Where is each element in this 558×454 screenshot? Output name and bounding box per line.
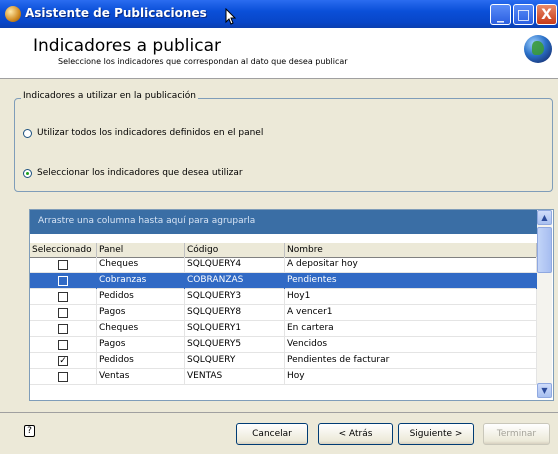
next-button[interactable]: Siguiente > — [398, 423, 474, 445]
cell-panel: Cobranzas — [97, 273, 185, 289]
cancel-button[interactable]: Cancelar — [236, 423, 308, 445]
group-by-hint: Arrastre una columna hasta aquí para agr… — [38, 216, 256, 226]
cell-nombre: En cartera — [285, 321, 537, 337]
group-legend: Indicadores a utilizar en la publicación — [21, 91, 198, 101]
radio-button-icon — [23, 128, 32, 138]
column-header-panel[interactable]: Panel — [97, 243, 185, 257]
help-icon[interactable]: ? — [24, 425, 35, 437]
scroll-up-icon[interactable]: ▲ — [537, 210, 552, 225]
cell-nombre: Pendientes de facturar — [285, 353, 537, 369]
app-icon — [5, 6, 21, 22]
vertical-scrollbar[interactable]: ▲ ▼ — [537, 210, 552, 398]
cell-panel: Ventas — [97, 369, 185, 385]
wizard-header: Indicadores a publicar Seleccione los in… — [0, 28, 558, 79]
cell-seleccionado — [30, 321, 97, 337]
column-header-seleccionado[interactable]: Seleccionado — [30, 243, 97, 257]
page-subtitle: Seleccione los indicadores que correspon… — [58, 57, 348, 66]
group-by-area[interactable]: Arrastre una columna hasta aquí para agr… — [30, 210, 537, 234]
cell-seleccionado — [30, 305, 97, 321]
window-title: Asistente de Publicaciones — [25, 6, 207, 20]
title-bar[interactable]: Asistente de Publicaciones _ □ X — [0, 0, 558, 28]
cell-seleccionado — [30, 337, 97, 353]
cell-codigo: COBRANZAS — [185, 273, 285, 289]
radio-button-selected-icon — [23, 168, 32, 178]
column-header-nombre[interactable]: Nombre — [285, 243, 537, 257]
footer-divider — [0, 412, 558, 413]
radio-select-indicators[interactable]: Seleccionar los indicadores que desea ut… — [23, 168, 243, 178]
minimize-button[interactable]: _ — [490, 4, 511, 25]
maximize-icon: □ — [516, 6, 531, 23]
cell-codigo: VENTAS — [185, 369, 285, 385]
cell-nombre: Pendientes — [285, 273, 537, 289]
cell-nombre: Hoy1 — [285, 289, 537, 305]
cell-panel: Cheques — [97, 257, 185, 273]
cell-seleccionado — [30, 369, 97, 385]
cell-seleccionado — [30, 273, 97, 289]
cell-codigo: SQLQUERY4 — [185, 257, 285, 273]
cell-nombre: Hoy — [285, 369, 537, 385]
radio-select-indicators-label: Seleccionar los indicadores que desea ut… — [37, 168, 243, 178]
table-row[interactable]: ✓ Pedidos SQLQUERY Pendientes de facturar — [30, 353, 537, 369]
cell-panel: Cheques — [97, 321, 185, 337]
table-row[interactable]: Ventas VENTAS Hoy — [30, 369, 537, 385]
table-row[interactable]: Pedidos SQLQUERY3 Hoy1 — [30, 289, 537, 305]
checkbox-icon[interactable] — [58, 260, 68, 270]
wizard-window: Asistente de Publicaciones _ □ X Indicad… — [0, 0, 558, 454]
cell-seleccionado: ✓ — [30, 353, 97, 369]
radio-use-all-label: Utilizar todos los indicadores definidos… — [37, 128, 264, 138]
cell-panel: Pedidos — [97, 289, 185, 305]
scroll-thumb[interactable] — [537, 227, 552, 273]
cell-seleccionado — [30, 257, 97, 273]
indicator-options-group: Indicadores a utilizar en la publicación… — [14, 91, 553, 192]
cell-codigo: SQLQUERY3 — [185, 289, 285, 305]
radio-use-all[interactable]: Utilizar todos los indicadores definidos… — [23, 128, 263, 138]
page-title: Indicadores a publicar — [33, 36, 221, 56]
minimize-icon: _ — [497, 6, 504, 23]
close-button[interactable]: X — [536, 4, 557, 25]
checkbox-icon[interactable] — [58, 372, 68, 382]
table-row[interactable]: Pagos SQLQUERY8 A vencer1 — [30, 305, 537, 321]
cell-codigo: SQLQUERY1 — [185, 321, 285, 337]
cell-codigo: SQLQUERY8 — [185, 305, 285, 321]
cell-seleccionado — [30, 289, 97, 305]
cell-nombre: A depositar hoy — [285, 257, 537, 273]
cell-panel: Pedidos — [97, 353, 185, 369]
globe-icon — [524, 35, 552, 63]
checkbox-icon[interactable] — [58, 308, 68, 318]
cell-nombre: A vencer1 — [285, 305, 537, 321]
indicators-grid: Arrastre una columna hasta aquí para agr… — [29, 209, 554, 401]
mouse-cursor-icon — [225, 8, 237, 25]
cell-panel: Pagos — [97, 337, 185, 353]
column-headers: Seleccionado Panel Código Nombre — [30, 243, 537, 258]
table-row[interactable]: Pagos SQLQUERY5 Vencidos — [30, 337, 537, 353]
close-icon: X — [541, 6, 552, 23]
table-row[interactable]: Cobranzas COBRANZAS Pendientes — [30, 273, 537, 289]
checkbox-icon[interactable] — [58, 324, 68, 334]
cell-codigo: SQLQUERY5 — [185, 337, 285, 353]
cell-nombre: Vencidos — [285, 337, 537, 353]
cell-panel: Pagos — [97, 305, 185, 321]
checkbox-checked-icon[interactable]: ✓ — [58, 356, 68, 366]
column-header-codigo[interactable]: Código — [185, 243, 285, 257]
table-row[interactable]: Cheques SQLQUERY1 En cartera — [30, 321, 537, 337]
checkbox-icon[interactable] — [58, 292, 68, 302]
scroll-down-icon[interactable]: ▼ — [537, 383, 552, 398]
checkbox-icon[interactable] — [58, 276, 68, 286]
maximize-button[interactable]: □ — [513, 4, 534, 25]
table-row[interactable]: Cheques SQLQUERY4 A depositar hoy — [30, 257, 537, 273]
cell-codigo: SQLQUERY — [185, 353, 285, 369]
back-button[interactable]: < Atrás — [318, 423, 393, 445]
checkbox-icon[interactable] — [58, 340, 68, 350]
finish-button[interactable]: Terminar — [483, 423, 550, 445]
